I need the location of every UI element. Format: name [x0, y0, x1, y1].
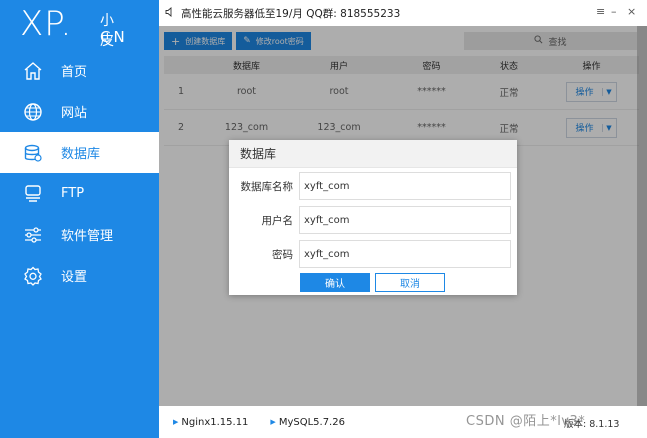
confirm-button[interactable]: 确认: [300, 273, 370, 292]
mysql-status[interactable]: MySQL5.7.26: [279, 417, 345, 428]
sidebar-nav: 首页 网站 数据库 FTP 软件管理 设置: [0, 50, 159, 296]
sidebar-item-settings[interactable]: 设置: [0, 255, 159, 296]
dbname-field[interactable]: xyft_com: [299, 172, 511, 200]
field-row-dbname: 数据库名称 xyft_com: [229, 172, 517, 200]
password-field[interactable]: xyft_com: [299, 240, 511, 268]
dialog-title: 数据库: [229, 140, 517, 168]
sidebar-item-home[interactable]: 首页: [0, 50, 159, 91]
globe-icon: [22, 101, 44, 123]
minimize-button[interactable]: –: [611, 5, 617, 18]
gear-icon: [22, 265, 44, 287]
title-bar: 高性能云服务器低至19/月 QQ群: 818555233 ≡ – ×: [159, 0, 647, 26]
dbname-label: 数据库名称: [240, 180, 294, 193]
sidebar-item-software[interactable]: 软件管理: [0, 214, 159, 255]
play-icon: ▶: [270, 418, 276, 426]
sidebar-item-label: 设置: [61, 270, 88, 285]
sidebar-item-ftp[interactable]: FTP: [0, 173, 159, 214]
speaker-icon: [165, 6, 175, 20]
logo-cn-text: CN: [100, 28, 128, 46]
field-row-username: 用户名 xyft_com: [229, 206, 517, 234]
notice-text: 高性能云服务器低至19/月 QQ群: 818555233: [181, 7, 401, 20]
watermark: CSDN @陌上*lv3*: [466, 414, 586, 429]
cancel-button[interactable]: 取消: [375, 273, 445, 292]
password-label: 密码: [272, 248, 293, 261]
sidebar-item-label: 首页: [61, 65, 88, 80]
server-icon: [22, 183, 44, 205]
database-dialog: 数据库 数据库名称 xyft_com 用户名 xyft_com 密码 xyft_…: [229, 140, 517, 295]
sidebar-item-label: FTP: [61, 186, 85, 201]
username-label: 用户名: [261, 214, 294, 227]
sidebar-item-label: 数据库: [61, 147, 101, 162]
database-icon: [22, 142, 44, 164]
close-button[interactable]: ×: [627, 5, 636, 18]
sidebar-item-label: 网站: [61, 106, 88, 121]
username-field[interactable]: xyft_com: [299, 206, 511, 234]
sliders-icon: [22, 224, 44, 246]
sidebar: XP. 小皮 CN 首页 网站 数据库 FTP 软件管理 设置: [0, 0, 159, 438]
background-window-strip: [637, 26, 647, 406]
sidebar-item-label: 软件管理: [61, 229, 114, 244]
nginx-status[interactable]: Nginx1.15.11: [181, 417, 248, 428]
menu-icon[interactable]: ≡: [596, 5, 605, 18]
home-icon: [22, 60, 44, 82]
sidebar-item-website[interactable]: 网站: [0, 91, 159, 132]
logo-xp: XP.: [20, 4, 73, 44]
field-row-password: 密码 xyft_com: [229, 240, 517, 268]
play-icon: ▶: [173, 418, 179, 426]
sidebar-item-database[interactable]: 数据库: [0, 132, 159, 173]
